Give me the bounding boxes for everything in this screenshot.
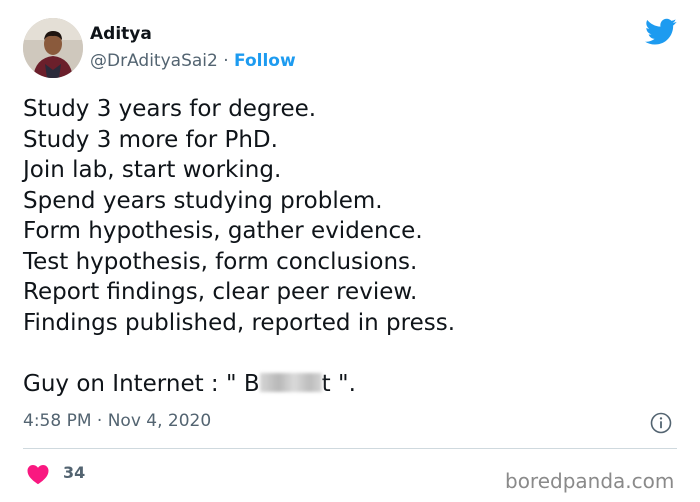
- like-count[interactable]: 34: [63, 463, 85, 482]
- heart-icon[interactable]: [26, 463, 50, 485]
- tweet-line: Spend years studying problem.: [23, 187, 383, 214]
- author-handle[interactable]: @DrAdityaSai2: [90, 51, 218, 71]
- divider: [23, 448, 677, 449]
- follow-button[interactable]: Follow: [234, 51, 296, 71]
- tweet-text: Study 3 years for degree. Study 3 more f…: [23, 94, 683, 399]
- final-line-suffix: t ".: [321, 370, 356, 397]
- tweet-card: Aditya @DrAdityaSai2 · Follow Study 3 ye…: [0, 0, 700, 502]
- censored-word-blur: [259, 372, 322, 392]
- tweet-timestamp[interactable]: 4:58 PM · Nov 4, 2020: [23, 411, 211, 431]
- tweet-line: Test hypothesis, form conclusions.: [23, 248, 418, 275]
- tweet-line: Study 3 years for degree.: [23, 96, 317, 122]
- tweet-line: Join lab, start working.: [23, 157, 282, 183]
- tweet-line: Study 3 more for PhD.: [23, 126, 278, 153]
- separator-dot: ·: [217, 51, 235, 71]
- avatar-image: [23, 18, 83, 78]
- tweet-line: Findings published, reported in press.: [23, 309, 456, 336]
- tweet-line: Report findings, clear peer review.: [23, 279, 418, 305]
- info-icon[interactable]: [650, 412, 672, 434]
- author-handle-row: @DrAdityaSai2 · Follow: [90, 51, 296, 71]
- twitter-bird-icon[interactable]: [645, 18, 677, 46]
- final-line-prefix: Guy on Internet : " B: [23, 370, 260, 397]
- tweet-line: Form hypothesis, gather evidence.: [23, 218, 423, 244]
- watermark: boredpanda.com: [505, 469, 675, 493]
- author-name[interactable]: Aditya: [90, 24, 152, 44]
- tweet-line-final: Guy on Internet : " B t ".: [23, 369, 683, 400]
- avatar[interactable]: [23, 18, 83, 78]
